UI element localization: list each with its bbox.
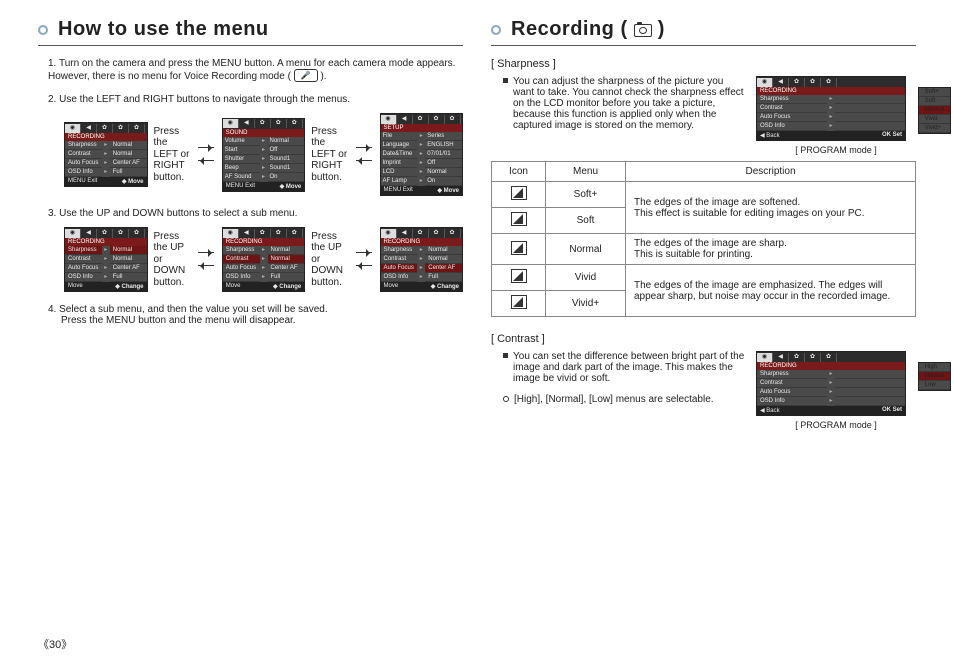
lr-nav-row: ◉◀✿✿✿RECORDINGSharpness▸NormalContrast▸N… [64, 113, 463, 196]
lcd-recording-2: ◉◀✿✿✿RECORDINGSharpness▸NormalContrast▸N… [64, 227, 148, 292]
arrow-left-icon [196, 261, 216, 271]
th-icon: Icon [492, 162, 546, 182]
normal-icon [511, 241, 527, 255]
sharpness-tbody: Soft+The edges of the image are softened… [492, 182, 916, 317]
title-bullet-icon [38, 25, 48, 35]
step-3: 3. Use the UP and DOWN buttons to select… [48, 208, 463, 292]
soft-icon [511, 212, 527, 226]
circle-bullet-icon [503, 396, 509, 402]
left-title-bar: How to use the menu [38, 18, 463, 46]
right-column: Recording ( ) [ Sharpness ] You can adju… [491, 18, 916, 648]
hint-lr-2: Press the LEFT or RIGHT button. [311, 126, 347, 184]
lcd-setup: ◉◀✿✿✿SETUPFile▸SeriesLanguage▸ENGLISHDat… [380, 113, 464, 196]
sharpness-table: Icon Menu Description Soft+The edges of … [491, 161, 916, 317]
ud-nav-row: ◉◀✿✿✿RECORDINGSharpness▸NormalContrast▸N… [64, 227, 463, 292]
title-bullet-icon [491, 25, 501, 35]
vivid-plus-icon [511, 295, 527, 309]
contrast-bullet: [High], [Normal], [Low] menus are select… [503, 394, 746, 405]
page-number: 《30》 [38, 636, 72, 652]
arrow-right-icon [196, 248, 216, 258]
square-bullet-icon [503, 78, 508, 83]
arrow-left-icon [196, 156, 216, 166]
lcd-recording-4: ◉◀✿✿✿RECORDINGSharpness▸NormalContrast▸N… [380, 227, 464, 292]
contrast-paragraph: You can set the difference between brigh… [503, 351, 746, 384]
arrow-right-icon [354, 143, 374, 153]
lcd-sharpness-panel: ◉◀✿✿✿RECORDINGSharpness▸Contrast▸Auto Fo… [756, 76, 906, 141]
lcd-sound: ◉◀✿✿✿SOUNDVolume▸NormalStart▸OffShutter▸… [222, 118, 306, 192]
lcd-recording-3: ◉◀✿✿✿RECORDINGSharpness▸NormalContrast▸N… [222, 227, 306, 292]
step-2: 2. Use the LEFT and RIGHT buttons to nav… [48, 94, 463, 196]
left-title: How to use the menu [58, 18, 269, 41]
vivid-icon [511, 269, 527, 283]
th-desc: Description [626, 162, 916, 182]
steps-list: 1. Turn on the camera and press the MENU… [38, 58, 463, 326]
hint-ud-2: Press the UP or DOWN button. [311, 231, 347, 289]
voice-mode-icon: 🎤 [294, 69, 318, 82]
arrow-right-icon [354, 248, 374, 258]
camera-icon [634, 24, 652, 37]
right-title: Recording ( ) [511, 18, 665, 41]
panel-caption: [ PROGRAM mode ] [756, 145, 916, 155]
sharpness-label: [ Sharpness ] [491, 58, 916, 70]
square-bullet-icon [503, 353, 508, 358]
arrow-left-icon [354, 156, 374, 166]
hint-lr-1: Press the LEFT or RIGHT button. [154, 126, 190, 184]
lcd-recording-1: ◉◀✿✿✿RECORDINGSharpness▸NormalContrast▸N… [64, 122, 148, 187]
left-column: How to use the menu 1. Turn on the camer… [38, 18, 463, 648]
arrow-right-icon [196, 143, 216, 153]
soft-plus-icon [511, 186, 527, 200]
arrow-left-icon [354, 261, 374, 271]
sharpness-paragraph: You can adjust the sharpness of the pict… [503, 76, 746, 131]
right-title-bar: Recording ( ) [491, 18, 916, 46]
step-1: 1. Turn on the camera and press the MENU… [48, 58, 463, 82]
step-4: 4. Select a sub menu, and then the value… [48, 304, 463, 326]
contrast-label: [ Contrast ] [491, 333, 916, 345]
lcd-contrast-panel: ◉◀✿✿✿RECORDINGSharpness▸Contrast▸Auto Fo… [756, 351, 906, 416]
hint-ud-1: Press the UP or DOWN button. [154, 231, 190, 289]
panel-caption: [ PROGRAM mode ] [756, 420, 916, 430]
th-menu: Menu [546, 162, 626, 182]
